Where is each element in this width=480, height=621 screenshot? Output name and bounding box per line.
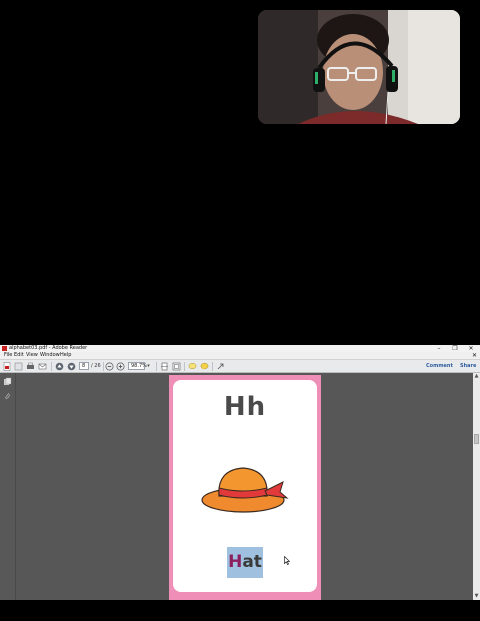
close-button[interactable]: ✕ [464, 345, 478, 352]
share-button[interactable]: Share [460, 362, 476, 371]
page-number-input[interactable]: 8 [79, 362, 89, 370]
webcam-overlay [258, 10, 460, 124]
toolbar-separator [184, 362, 185, 371]
zoom-dropdown-icon[interactable]: ▾ [145, 362, 152, 371]
mouse-cursor-icon [284, 550, 291, 569]
vertical-scrollbar[interactable]: ▲ ▼ [473, 373, 480, 600]
menu-help[interactable]: Help [60, 352, 71, 359]
adobe-reader-icon [2, 346, 7, 351]
menu-edit[interactable]: Edit [14, 352, 24, 359]
zoom-in-icon[interactable] [116, 362, 125, 371]
word-first-letter: H [228, 552, 243, 572]
scroll-up-arrow[interactable]: ▲ [473, 373, 480, 380]
word-rest: at [242, 552, 262, 572]
zoom-level-input[interactable]: 98.7% [128, 362, 147, 370]
document-close-icon[interactable]: ✕ [472, 352, 477, 359]
navigation-pane [0, 373, 16, 600]
letter-heading: Hh [223, 392, 267, 422]
restore-button[interactable]: ❐ [448, 345, 462, 352]
page-total-label: / 26 [91, 363, 101, 369]
attachments-icon[interactable] [3, 391, 12, 400]
minimize-button[interactable]: – [432, 345, 446, 352]
full-screen-icon[interactable] [172, 362, 181, 371]
hat-illustration-icon [201, 462, 291, 520]
toolbar: 8 / 26 98.7% ▾ Comment Share [0, 359, 480, 373]
highlight-comment-icon[interactable] [200, 362, 209, 371]
scroll-down-arrow[interactable]: ▼ [473, 593, 480, 600]
email-icon[interactable] [38, 362, 47, 371]
save-icon[interactable] [14, 362, 23, 371]
toolbar-separator [103, 362, 104, 371]
scrollbar-thumb[interactable] [474, 434, 479, 444]
zoom-out-icon[interactable] [105, 362, 114, 371]
page-thumbnails-icon[interactable] [3, 377, 12, 386]
flashcard: Hh Hat [173, 380, 317, 592]
menu-bar: File Edit View Window Help ✕ [0, 352, 480, 359]
pdf-page: Hh Hat [169, 375, 321, 600]
create-pdf-icon[interactable] [3, 362, 12, 371]
word-label[interactable]: Hat [227, 547, 263, 578]
toolbar-separator [51, 362, 52, 371]
menu-window[interactable]: Window [40, 352, 60, 359]
next-page-icon[interactable] [67, 362, 76, 371]
expand-icon[interactable] [216, 362, 225, 371]
title-bar: alphabet03.pdf - Adobe Reader – ❐ ✕ [0, 345, 480, 352]
menu-file[interactable]: File [4, 352, 12, 359]
previous-page-icon[interactable] [55, 362, 64, 371]
toolbar-separator [212, 362, 213, 371]
toolbar-separator [156, 362, 157, 371]
webcam-feed-image [258, 10, 460, 124]
menu-view[interactable]: View [26, 352, 38, 359]
fit-page-icon[interactable] [160, 362, 169, 371]
sticky-note-icon[interactable] [188, 362, 197, 371]
print-icon[interactable] [26, 362, 35, 371]
window-title: alphabet03.pdf - Adobe Reader [9, 345, 88, 351]
comment-button[interactable]: Comment [426, 362, 453, 371]
